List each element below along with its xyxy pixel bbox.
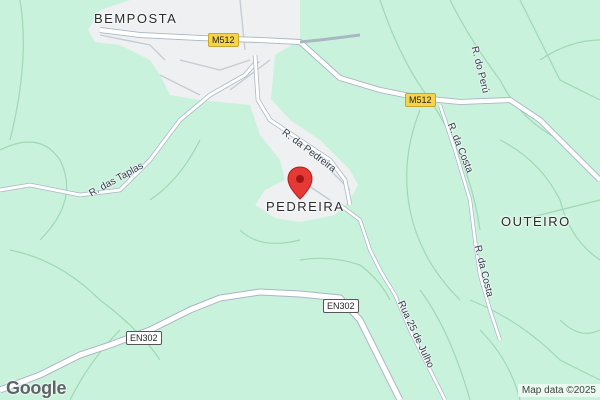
route-shield-en302: EN302 bbox=[126, 331, 162, 345]
google-logo[interactable]: Google bbox=[6, 378, 67, 399]
route-shield-m512: M512 bbox=[405, 93, 436, 107]
place-label-pedreira: PEDREIRA bbox=[266, 199, 345, 214]
place-label-outeiro: OUTEIRO bbox=[501, 214, 571, 229]
route-shield-en302: EN302 bbox=[323, 299, 359, 313]
map-attribution[interactable]: Map data ©2025 bbox=[517, 384, 600, 397]
route-shield-m512: M512 bbox=[208, 33, 239, 47]
place-label-bemposta: BEMPOSTA bbox=[94, 11, 178, 26]
map-canvas[interactable]: BEMPOSTA PEDREIRA OUTEIRO R. da Pedreira… bbox=[0, 0, 600, 400]
map-pin-icon[interactable] bbox=[287, 166, 313, 200]
